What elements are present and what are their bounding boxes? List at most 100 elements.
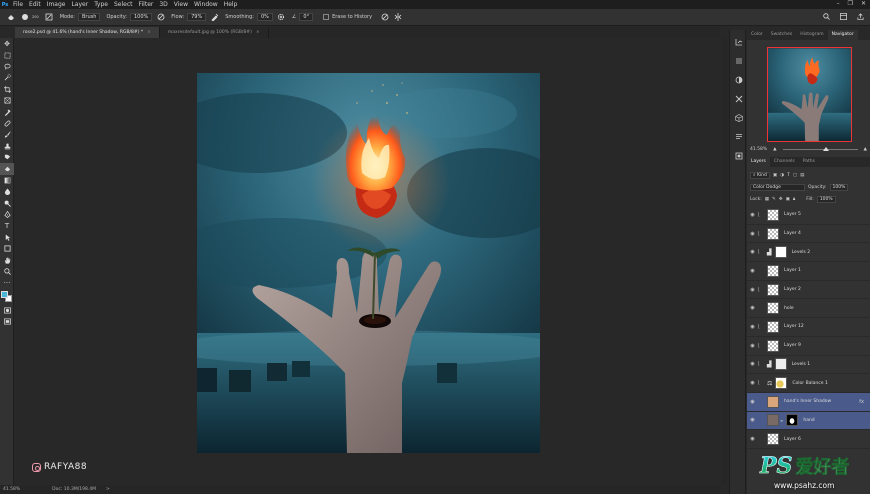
- close-icon[interactable]: ×: [256, 30, 260, 35]
- layer-row[interactable]: ◉ ⌊ ⚖ Color Balance 1: [747, 374, 870, 393]
- menu-view[interactable]: View: [171, 1, 191, 8]
- layer-mask-thumbnail[interactable]: [774, 358, 787, 371]
- visibility-eye-icon[interactable]: ◉: [747, 436, 758, 442]
- menu-3d[interactable]: 3D: [156, 1, 170, 8]
- navigator-thumbnail[interactable]: [767, 47, 852, 142]
- navigator-zoom-value[interactable]: 41.58%: [750, 147, 767, 152]
- quick-mask-icon[interactable]: [0, 305, 14, 316]
- workspace-icon[interactable]: [840, 13, 847, 22]
- layer-row[interactable]: ◉ ⌊ Layer 12: [747, 318, 870, 337]
- filter-type-icon[interactable]: T: [787, 173, 790, 178]
- tab-navigator[interactable]: Navigator: [827, 30, 858, 40]
- layer-row[interactable]: ◉ ⌊ Layer 9: [747, 337, 870, 356]
- layer-mask-thumbnail[interactable]: [774, 246, 787, 259]
- menu-image[interactable]: Image: [44, 1, 69, 8]
- filter-smart-object-icon[interactable]: ▤: [800, 173, 804, 178]
- minimize-button[interactable]: –: [837, 0, 840, 7]
- pressure-size-icon[interactable]: [380, 13, 389, 22]
- visibility-eye-icon[interactable]: ◉: [747, 324, 758, 330]
- visibility-eye-icon[interactable]: ◉: [747, 380, 758, 386]
- zoom-out-icon[interactable]: ▲: [773, 147, 776, 152]
- styles-panel-icon[interactable]: [730, 146, 747, 165]
- eraser-tool-icon[interactable]: [6, 13, 15, 22]
- lock-artboard-icon[interactable]: ▣: [786, 197, 790, 202]
- visibility-eye-icon[interactable]: ◉: [747, 343, 758, 349]
- menu-help[interactable]: Help: [221, 1, 241, 8]
- visibility-eye-icon[interactable]: ◉: [747, 305, 758, 311]
- properties-panel-icon[interactable]: [730, 51, 747, 70]
- layer-mask-thumbnail[interactable]: [786, 414, 799, 427]
- tab-swatches[interactable]: Swatches: [767, 30, 797, 40]
- move-tool-icon[interactable]: ✥: [0, 38, 14, 49]
- pen-tool-icon[interactable]: [0, 209, 14, 220]
- brush-settings-icon[interactable]: [45, 13, 54, 22]
- maximize-button[interactable]: ❐: [848, 0, 853, 7]
- airbrush-icon[interactable]: [210, 13, 219, 22]
- close-icon[interactable]: ×: [147, 30, 151, 35]
- menu-type[interactable]: Type: [91, 1, 111, 8]
- hand-tool-icon[interactable]: [0, 254, 14, 265]
- close-button[interactable]: ✕: [861, 0, 866, 7]
- flow-field[interactable]: 79%: [187, 13, 207, 21]
- zoom-tool-icon[interactable]: [0, 266, 14, 277]
- history-panel-icon[interactable]: [730, 32, 747, 51]
- blur-tool-icon[interactable]: [0, 186, 14, 197]
- visibility-eye-icon[interactable]: ◉: [747, 231, 758, 237]
- color-swatches[interactable]: [0, 289, 13, 305]
- marquee-tool-icon[interactable]: [0, 49, 14, 60]
- lock-all-icon[interactable]: 🔒︎: [793, 196, 795, 202]
- lock-transparent-icon[interactable]: ▦: [765, 197, 769, 202]
- mask-link-icon[interactable]: ∞: [780, 418, 783, 423]
- menu-edit[interactable]: Edit: [26, 1, 44, 8]
- visibility-eye-icon[interactable]: ◉: [747, 361, 758, 367]
- eyedropper-tool-icon[interactable]: [0, 106, 14, 117]
- gradient-tool-icon[interactable]: [0, 175, 14, 186]
- clone-stamp-tool-icon[interactable]: [0, 141, 14, 152]
- layer-row[interactable]: ◉ ⌊ Layer 2: [747, 281, 870, 300]
- status-menu-arrow[interactable]: >: [106, 487, 110, 492]
- visibility-eye-icon[interactable]: ◉: [747, 212, 758, 218]
- layer-opacity-field[interactable]: 100%: [829, 183, 849, 191]
- tab-channels[interactable]: Channels: [770, 157, 799, 167]
- mode-select[interactable]: Brush: [78, 13, 101, 21]
- eraser-tool-icon[interactable]: [0, 163, 14, 175]
- layer-kind-filter[interactable]: ⌕ Kind: [750, 171, 770, 179]
- layer-row[interactable]: ◉ ⌊ ▟ Levels 2: [747, 243, 870, 263]
- layer-row[interactable]: ◉ ⌊ Layer 4: [747, 225, 870, 244]
- screen-mode-icon[interactable]: [0, 316, 14, 327]
- blend-mode-select[interactable]: Color Dodge: [750, 183, 805, 191]
- layer-row-selected[interactable]: ◉ hand's Inner Shadow fx: [747, 392, 870, 412]
- erase-to-history-checkbox[interactable]: [323, 14, 330, 20]
- smoothing-settings-gear-icon[interactable]: [277, 13, 286, 22]
- quick-selection-tool-icon[interactable]: [0, 72, 14, 83]
- menu-window[interactable]: Window: [191, 1, 221, 8]
- opacity-field[interactable]: 100%: [130, 13, 153, 21]
- tab-maxresdefault[interactable]: maxresdefault.jpg @ 100% (RGB/8#) ×: [160, 27, 269, 38]
- visibility-eye-icon[interactable]: ◉: [747, 417, 758, 423]
- menu-filter[interactable]: Filter: [136, 1, 157, 8]
- history-brush-tool-icon[interactable]: [0, 152, 14, 163]
- layer-row[interactable]: ◉ Layer 6: [747, 430, 870, 449]
- tab-rose2[interactable]: rose2.psd @ 41.6% (hand's Inner Shadow, …: [15, 27, 160, 38]
- layer-row[interactable]: ◉ ⌊ Layer 5: [747, 206, 870, 225]
- dodge-tool-icon[interactable]: [0, 197, 14, 208]
- 3d-panel-icon[interactable]: [730, 108, 747, 127]
- fill-field[interactable]: 100%: [816, 195, 836, 203]
- paragraph-panel-icon[interactable]: [730, 127, 747, 146]
- pressure-opacity-icon[interactable]: [156, 13, 165, 22]
- tab-paths[interactable]: Paths: [799, 157, 819, 167]
- adjustments-panel-icon[interactable]: [730, 70, 747, 89]
- filter-adjustment-icon[interactable]: ◑: [780, 173, 784, 178]
- visibility-eye-icon[interactable]: ◉: [747, 268, 758, 274]
- layer-row[interactable]: ◉ Layer 1: [747, 262, 870, 281]
- brush-preset-picker[interactable]: 200: [21, 13, 39, 21]
- search-icon[interactable]: [823, 13, 830, 22]
- path-selection-tool-icon[interactable]: [0, 232, 14, 243]
- canvas-scrollbar[interactable]: [722, 38, 727, 485]
- brush-tool-icon[interactable]: [0, 129, 14, 140]
- lock-position-icon[interactable]: ✥: [779, 197, 783, 202]
- symmetry-icon[interactable]: [393, 13, 402, 22]
- lasso-tool-icon[interactable]: [0, 61, 14, 72]
- zoom-readout[interactable]: 41.58%: [3, 487, 20, 492]
- tab-layers[interactable]: Layers: [747, 157, 770, 167]
